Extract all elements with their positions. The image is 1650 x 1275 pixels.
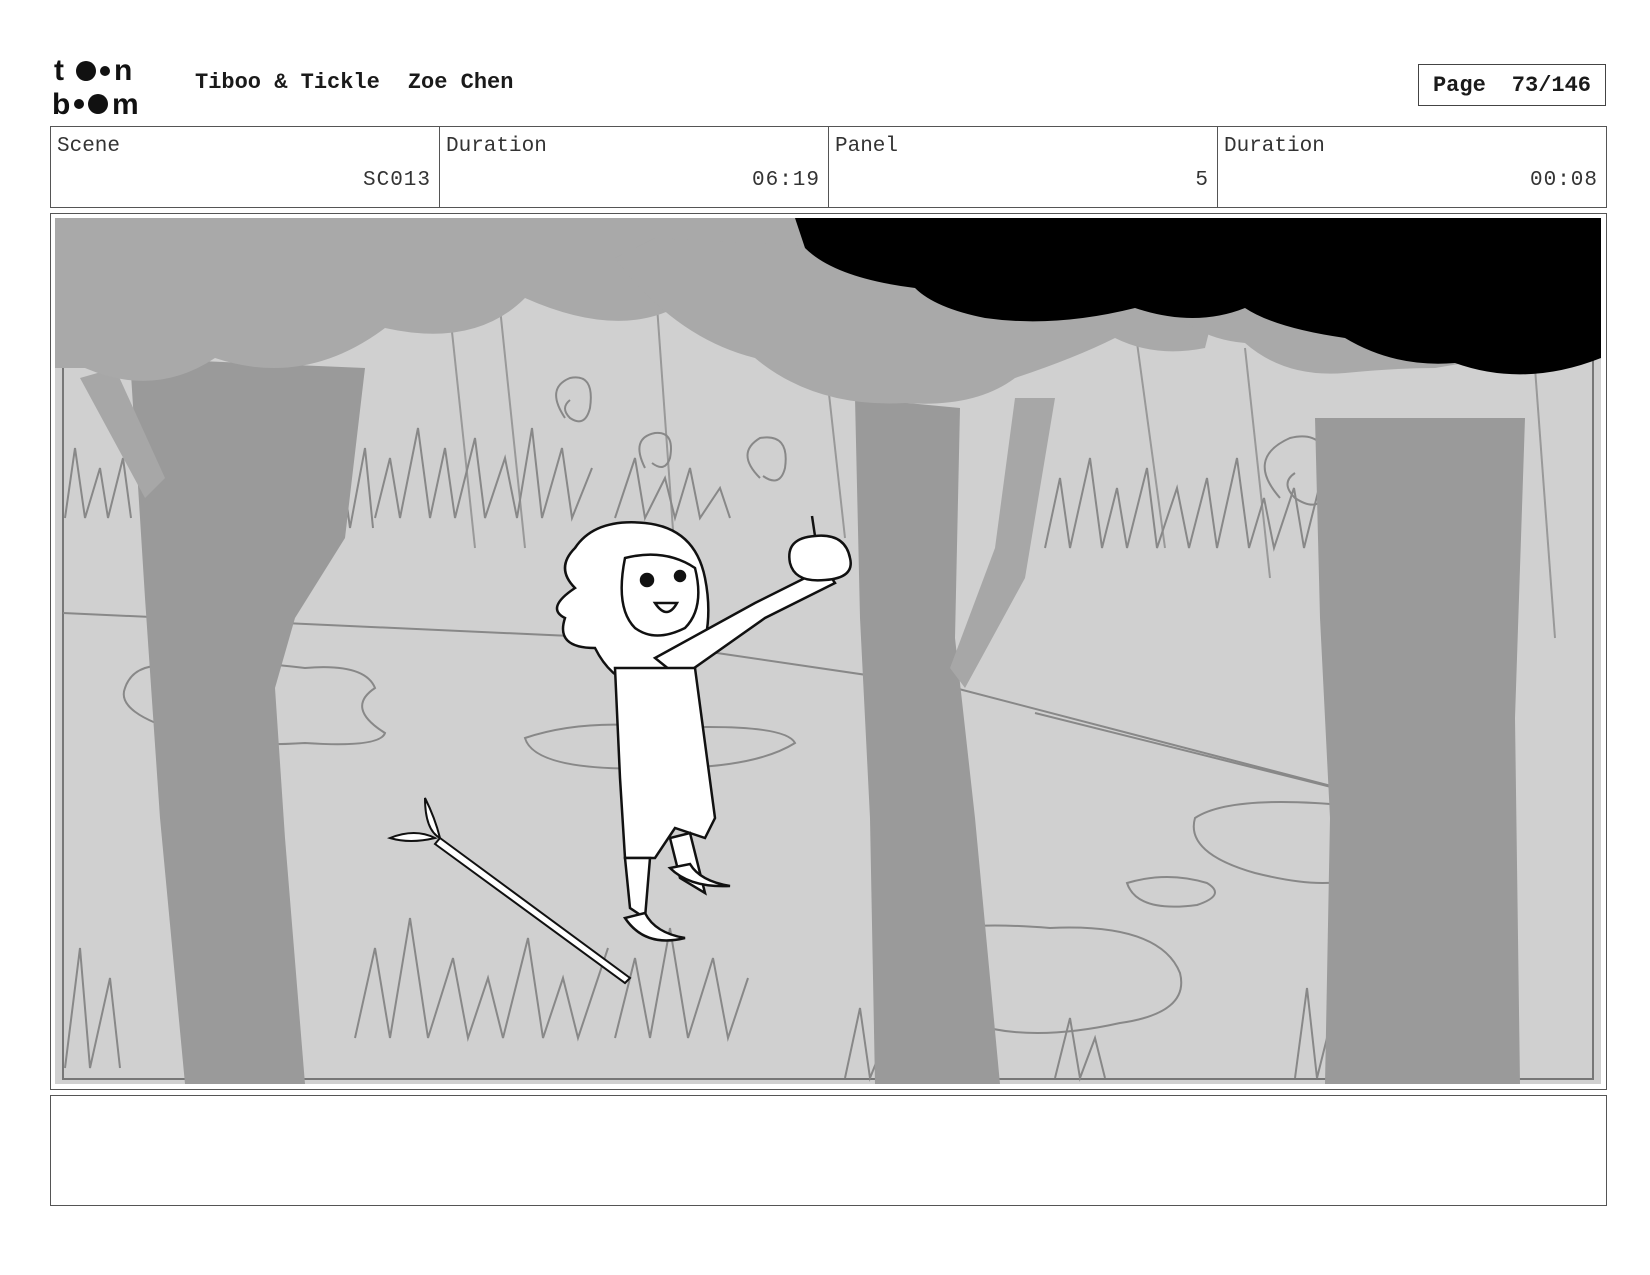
girl-body bbox=[613, 666, 717, 860]
scene-duration-label: Duration bbox=[446, 135, 547, 158]
scene-label: Scene bbox=[57, 135, 121, 158]
svg-text:t: t bbox=[54, 54, 64, 87]
girl-eye-left bbox=[639, 572, 655, 588]
artist-name: Zoe Chen bbox=[407, 70, 514, 95]
project-title: Tiboo & Tickle bbox=[195, 70, 380, 95]
page-label: Page bbox=[1432, 72, 1486, 98]
scene-info-table: Scene SC013 Duration 06:19 Panel 5 Durat… bbox=[50, 126, 1607, 208]
girl-eye-right bbox=[673, 569, 687, 583]
panel-duration-label: Duration bbox=[1224, 135, 1325, 158]
panel-duration-value: 00:08 bbox=[1529, 169, 1598, 192]
storyboard-panel bbox=[50, 213, 1607, 1090]
scene-value: SC013 bbox=[362, 169, 431, 192]
svg-text:n: n bbox=[114, 54, 132, 87]
svg-text:b: b bbox=[52, 88, 70, 118]
panel-drawing bbox=[55, 218, 1601, 1084]
fruit bbox=[788, 534, 852, 582]
girl-face bbox=[620, 553, 700, 637]
panel-value: 5 bbox=[1195, 169, 1209, 192]
scene-duration-cell: Duration 06:19 bbox=[440, 127, 829, 207]
page-number: 73/146 bbox=[1511, 72, 1592, 98]
panel-label: Panel bbox=[835, 135, 899, 158]
page-indicator: Page 73/146 bbox=[1418, 64, 1606, 106]
scene-cell: Scene SC013 bbox=[51, 127, 440, 207]
panel-notes bbox=[50, 1095, 1607, 1206]
scene-duration-value: 06:19 bbox=[751, 169, 820, 192]
panel-duration-cell: Duration 00:08 bbox=[1218, 127, 1606, 207]
toonboom-logo: t n b m bbox=[52, 54, 139, 118]
header-title: Tiboo & Tickle Zoe Chen bbox=[195, 70, 541, 95]
panel-cell: Panel 5 bbox=[829, 127, 1218, 207]
svg-text:m: m bbox=[112, 88, 139, 118]
tree-trunk-right bbox=[1315, 418, 1525, 1084]
